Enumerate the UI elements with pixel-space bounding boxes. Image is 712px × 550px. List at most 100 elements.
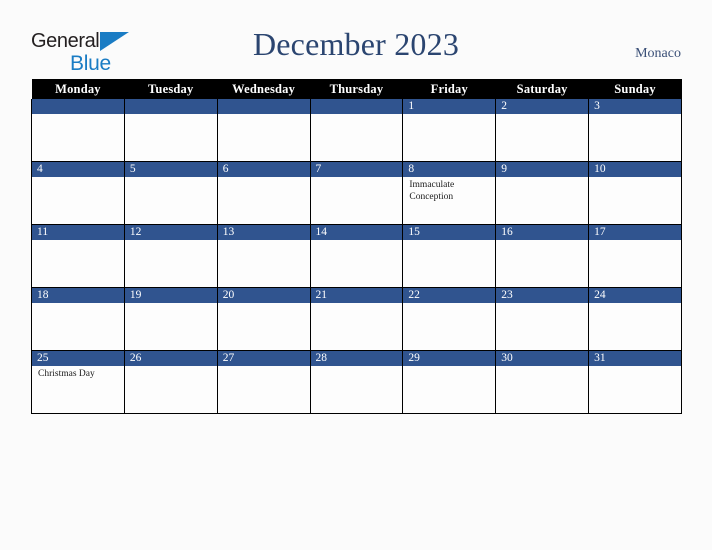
weekday-header-friday: Friday (402, 79, 496, 99)
day-number: 7 (311, 162, 402, 177)
page-header: General Blue December 2023 Monaco (0, 0, 712, 78)
day-cell-content: 29 (403, 351, 495, 413)
calendar-day-cell[interactable]: 26 (123, 350, 218, 414)
weekday-header-thursday: Thursday (310, 79, 403, 99)
calendar-day-cell[interactable]: 1 (402, 99, 497, 162)
calendar-day-cell[interactable]: 3 (588, 99, 682, 162)
calendar-weekday-header: Monday Tuesday Wednesday Thursday Friday… (31, 79, 682, 99)
day-cell-content: 16 (496, 225, 588, 287)
calendar-day-cell[interactable]: 18 (31, 287, 125, 351)
day-cell-content: 8 Immaculate Conception (403, 162, 495, 224)
country-label: Monaco (635, 46, 681, 61)
page-title: December 2023 (252, 26, 460, 62)
calendar-day-cell[interactable]: 16 (495, 224, 590, 288)
day-cell-content: 10 (589, 162, 681, 224)
calendar-day-cell[interactable]: 20 (216, 287, 311, 351)
calendar-day-cell[interactable]: 23 (495, 287, 590, 351)
event-label: Immaculate Conception (409, 180, 455, 202)
calendar-day-cell[interactable]: 13 (216, 224, 311, 288)
weekday-row: Monday Tuesday Wednesday Thursday Friday… (31, 79, 682, 99)
calendar-day-cell[interactable]: 22 (402, 287, 497, 351)
calendar-day-cell[interactable]: 29 (402, 350, 497, 414)
calendar-day-cell[interactable] (309, 99, 404, 162)
day-number: 12 (125, 225, 217, 240)
calendar-day-cell[interactable]: 12 (123, 224, 218, 288)
day-cell-content: 6 (218, 162, 310, 224)
day-cell-content: 9 (496, 162, 588, 224)
day-cell-content: 12 (125, 225, 217, 287)
calendar-day-cell[interactable]: 14 (309, 224, 404, 288)
day-number: 18 (32, 288, 124, 303)
calendar-day-cell[interactable]: 19 (123, 287, 218, 351)
day-cell-content (311, 99, 402, 161)
day-cell-content: 24 (589, 288, 681, 350)
day-number: 3 (589, 99, 681, 114)
day-number: 28 (311, 351, 402, 366)
calendar-day-cell[interactable]: 15 (402, 224, 497, 288)
day-cell-content: 31 (589, 351, 681, 413)
day-cell-content (125, 99, 217, 161)
calendar-day-cell[interactable]: 28 (309, 350, 404, 414)
calendar-day-cell[interactable]: 17 (588, 224, 682, 288)
day-number (125, 99, 217, 114)
day-cell-content: 15 (403, 225, 495, 287)
calendar-day-cell[interactable] (216, 99, 311, 162)
day-number: 2 (496, 99, 588, 114)
calendar-day-cell[interactable]: 6 (216, 161, 311, 225)
day-number: 25 (32, 351, 124, 366)
calendar-day-cell[interactable]: 7 (309, 161, 404, 225)
day-number: 14 (311, 225, 402, 240)
day-number: 19 (125, 288, 217, 303)
day-cell-content: 5 (125, 162, 217, 224)
calendar-day-cell[interactable]: 4 (31, 161, 125, 225)
day-number: 13 (218, 225, 310, 240)
day-number: 9 (496, 162, 588, 177)
calendar-day-cell[interactable]: 30 (495, 350, 590, 414)
calendar-day-cell[interactable]: 5 (123, 161, 218, 225)
calendar-day-cell[interactable]: 8 Immaculate Conception (402, 161, 497, 225)
calendar-day-cell[interactable]: 11 (31, 224, 125, 288)
calendar-day-cell[interactable]: 24 (588, 287, 682, 351)
day-number: 31 (589, 351, 681, 366)
calendar-day-cell[interactable]: 21 (309, 287, 404, 351)
day-number: 5 (125, 162, 217, 177)
day-number: 4 (32, 162, 124, 177)
day-cell-content: 27 (218, 351, 310, 413)
day-number: 23 (496, 288, 588, 303)
calendar-day-cell[interactable] (123, 99, 218, 162)
weekday-header-monday: Monday (31, 79, 125, 99)
calendar-table: Monday Tuesday Wednesday Thursday Friday… (31, 79, 682, 414)
day-number: 10 (589, 162, 681, 177)
day-number: 1 (403, 99, 495, 114)
day-cell-content: 25 Christmas Day (32, 351, 124, 413)
day-cell-content (32, 99, 124, 161)
calendar-week-row: 123 (31, 99, 682, 162)
day-events: Immaculate Conception (404, 177, 495, 203)
day-cell-content: 11 (32, 225, 124, 287)
weekday-header-tuesday: Tuesday (124, 79, 218, 99)
calendar-day-cell[interactable]: 10 (588, 161, 682, 225)
calendar-body: 1 2 3 4 5 6 7 8 Immaculate Conception 9 10 11 12 13 14… (31, 99, 682, 414)
day-cell-content: 20 (218, 288, 310, 350)
day-cell-content: 18 (32, 288, 124, 350)
day-cell-content: 30 (496, 351, 588, 413)
day-cell-content: 19 (125, 288, 217, 350)
weekday-header-sunday: Sunday (588, 79, 682, 99)
calendar-day-cell[interactable]: 31 (588, 350, 682, 414)
day-number: 11 (32, 225, 124, 240)
day-cell-content: 26 (125, 351, 217, 413)
calendar-day-cell[interactable]: 2 (495, 99, 590, 162)
calendar-week-row: 25 Christmas Day 26 27 28 29 30 31 (31, 350, 682, 414)
day-number: 20 (218, 288, 310, 303)
calendar-day-cell[interactable] (31, 99, 125, 162)
calendar-page: General Blue December 2023 Monaco Monday… (0, 0, 712, 550)
day-number: 17 (589, 225, 681, 240)
day-number: 24 (589, 288, 681, 303)
calendar-day-cell[interactable]: 25 Christmas Day (31, 350, 125, 414)
day-number (32, 99, 124, 114)
day-number: 21 (311, 288, 402, 303)
weekday-header-saturday: Saturday (495, 79, 589, 99)
calendar-day-cell[interactable]: 27 (216, 350, 311, 414)
day-number: 26 (125, 351, 217, 366)
calendar-day-cell[interactable]: 9 (495, 161, 590, 225)
